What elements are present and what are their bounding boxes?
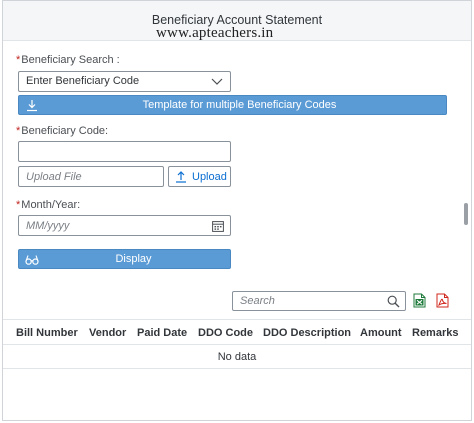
upload-button[interactable]: Upload	[168, 166, 231, 187]
upload-file-placeholder: Upload File	[26, 171, 82, 183]
required-mark: *	[16, 199, 21, 211]
required-mark: *	[16, 54, 21, 66]
upload-file-input[interactable]: Upload File	[18, 166, 164, 187]
column-header-bill-number[interactable]: Bill Number	[16, 327, 78, 339]
calendar-icon[interactable]	[212, 220, 224, 232]
column-header-ddo-code[interactable]: DDO Code	[198, 327, 253, 339]
pdf-export-icon[interactable]	[436, 293, 449, 308]
column-header-paid-date[interactable]: Paid Date	[137, 327, 187, 339]
column-header-vendor[interactable]: Vendor	[89, 327, 126, 339]
beneficiary-code-label-text: Beneficiary Code:	[21, 125, 109, 137]
month-year-label: *Month/Year:	[16, 199, 80, 211]
column-header-remarks[interactable]: Remarks	[412, 327, 458, 339]
month-year-label-text: Month/Year:	[21, 199, 81, 211]
table-header-row: Bill Number Vendor Paid Date DDO Code DD…	[3, 319, 471, 345]
table-empty-message: No data	[3, 345, 471, 369]
chevron-down-icon	[211, 78, 223, 85]
display-button-label: Display	[115, 253, 152, 265]
upload-button-label: Upload	[192, 171, 227, 183]
beneficiary-code-label: *Beneficiary Code:	[16, 125, 108, 137]
watermark-text: www.apteachers.in	[156, 25, 274, 41]
display-button[interactable]: Display	[18, 249, 231, 269]
template-multiple-codes-button[interactable]: Template for multiple Beneficiary Codes	[18, 95, 447, 115]
vertical-scrollbar-thumb[interactable]	[464, 203, 468, 225]
month-year-input[interactable]: MM/yyyy	[18, 215, 231, 236]
table-search-input[interactable]: Search	[232, 291, 406, 311]
required-mark: *	[16, 125, 21, 137]
search-icon[interactable]	[387, 295, 400, 308]
table-search-placeholder: Search	[240, 295, 275, 307]
template-button-label: Template for multiple Beneficiary Codes	[142, 99, 337, 111]
app-frame: Beneficiary Account Statement www.apteac…	[2, 0, 472, 421]
excel-export-icon[interactable]	[413, 293, 426, 308]
upload-icon	[176, 171, 186, 183]
beneficiary-code-input[interactable]	[18, 141, 231, 162]
month-year-placeholder: MM/yyyy	[26, 220, 70, 232]
column-header-amount[interactable]: Amount	[360, 327, 402, 339]
beneficiary-search-selected-value: Enter Beneficiary Code	[26, 75, 140, 87]
beneficiary-search-label: *Beneficiary Search :	[16, 54, 120, 66]
beneficiary-search-select[interactable]: Enter Beneficiary Code	[18, 71, 231, 92]
beneficiary-search-label-text: Beneficiary Search :	[21, 54, 120, 66]
column-header-ddo-description[interactable]: DDO Description	[263, 327, 351, 339]
